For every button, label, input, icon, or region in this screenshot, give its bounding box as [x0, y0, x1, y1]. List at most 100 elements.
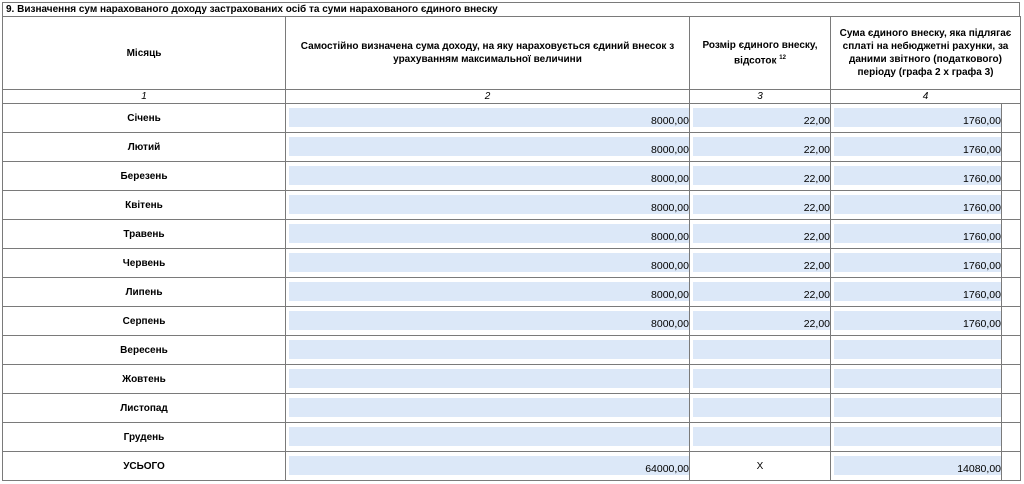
income-cell: 8000,00	[285, 277, 690, 307]
income-cell	[285, 422, 690, 452]
income-field[interactable]: 8000,00	[289, 311, 689, 330]
contribution-field[interactable]: 1760,00	[834, 253, 1001, 272]
spacer-cell	[1001, 422, 1021, 452]
total-income-cell: 64000,00	[285, 451, 690, 481]
contribution-cell: 1760,00	[830, 306, 1002, 336]
month-label: Лютий	[2, 132, 286, 162]
contribution-cell: 1760,00	[830, 219, 1002, 249]
rate-cell: 22,00	[689, 103, 831, 133]
table-row: Грудень	[2, 422, 1021, 452]
contribution-cell: 1760,00	[830, 161, 1002, 191]
contribution-field[interactable]	[834, 340, 1001, 359]
contribution-field[interactable]: 1760,00	[834, 137, 1001, 156]
total-contribution-cell: 14080,00	[830, 451, 1002, 481]
rate-cell	[689, 364, 831, 394]
income-field[interactable]: 8000,00	[289, 195, 689, 214]
income-cell	[285, 335, 690, 365]
spacer-cell	[1001, 190, 1021, 220]
month-label: Червень	[2, 248, 286, 278]
month-label: Липень	[2, 277, 286, 307]
income-cell: 8000,00	[285, 190, 690, 220]
table-row: Жовтень	[2, 364, 1021, 394]
table-row: Липень 8000,00 22,00 1760,00	[2, 277, 1021, 307]
total-contribution-field[interactable]: 14080,00	[834, 456, 1001, 475]
column-number-1: 1	[2, 89, 286, 104]
spacer-cell	[1001, 277, 1021, 307]
rate-field[interactable]: 22,00	[693, 311, 830, 330]
income-field[interactable]: 8000,00	[289, 108, 689, 127]
month-label: Березень	[2, 161, 286, 191]
income-field[interactable]: 8000,00	[289, 224, 689, 243]
table-row: Березень 8000,00 22,00 1760,00	[2, 161, 1021, 191]
contribution-cell: 1760,00	[830, 103, 1002, 133]
spacer-cell	[1001, 248, 1021, 278]
table-row: Січень 8000,00 22,00 1760,00	[2, 103, 1021, 133]
rate-field[interactable]	[693, 427, 830, 446]
spacer-cell	[1001, 161, 1021, 191]
income-field[interactable]	[289, 340, 689, 359]
rate-cell	[689, 393, 831, 423]
income-field[interactable]: 8000,00	[289, 137, 689, 156]
income-cell: 8000,00	[285, 161, 690, 191]
contribution-field[interactable]: 1760,00	[834, 108, 1001, 127]
month-label: Квітень	[2, 190, 286, 220]
table-row: Лютий 8000,00 22,00 1760,00	[2, 132, 1021, 162]
rate-field[interactable]: 22,00	[693, 253, 830, 272]
rate-cell: 22,00	[689, 248, 831, 278]
total-row: УСЬОГО 64000,00 Х 14080,00	[2, 451, 1021, 481]
rate-cell: 22,00	[689, 219, 831, 249]
table-row: Червень 8000,00 22,00 1760,00	[2, 248, 1021, 278]
header-rate-label: Розмір єдиного внеску, відсоток	[702, 39, 818, 67]
header-month: Місяць	[2, 16, 286, 90]
rate-cell	[689, 422, 831, 452]
contribution-field[interactable]	[834, 398, 1001, 417]
month-label: Жовтень	[2, 364, 286, 394]
contribution-field[interactable]: 1760,00	[834, 195, 1001, 214]
contribution-field[interactable]	[834, 369, 1001, 388]
income-cell: 8000,00	[285, 306, 690, 336]
income-cell: 8000,00	[285, 103, 690, 133]
header-rate: Розмір єдиного внеску, відсоток 12	[689, 16, 831, 90]
rate-field[interactable]: 22,00	[693, 195, 830, 214]
contribution-cell: 1760,00	[830, 248, 1002, 278]
rate-cell: 22,00	[689, 306, 831, 336]
income-field[interactable]: 8000,00	[289, 253, 689, 272]
contribution-cell	[830, 335, 1002, 365]
contribution-cell: 1760,00	[830, 132, 1002, 162]
contribution-field[interactable]	[834, 427, 1001, 446]
header-rate-footnote: 12	[779, 54, 786, 61]
rate-field[interactable]: 22,00	[693, 108, 830, 127]
month-label: Грудень	[2, 422, 286, 452]
income-field[interactable]	[289, 369, 689, 388]
table-row: Серпень 8000,00 22,00 1760,00	[2, 306, 1021, 336]
contribution-field[interactable]: 1760,00	[834, 282, 1001, 301]
table-row: Вересень	[2, 335, 1021, 365]
rate-field[interactable]: 22,00	[693, 282, 830, 301]
income-field[interactable]: 8000,00	[289, 282, 689, 301]
rate-field[interactable]	[693, 340, 830, 359]
month-label: Серпень	[2, 306, 286, 336]
income-cell	[285, 393, 690, 423]
contribution-cell: 1760,00	[830, 277, 1002, 307]
contribution-field[interactable]: 1760,00	[834, 166, 1001, 185]
rate-field[interactable]: 22,00	[693, 166, 830, 185]
table-row: Квітень 8000,00 22,00 1760,00	[2, 190, 1021, 220]
column-number-3: 3	[689, 89, 831, 104]
rate-field[interactable]: 22,00	[693, 224, 830, 243]
month-label: Січень	[2, 103, 286, 133]
rate-field[interactable]	[693, 398, 830, 417]
income-field[interactable]	[289, 398, 689, 417]
spacer-cell	[1001, 219, 1021, 249]
income-cell	[285, 364, 690, 394]
rate-field[interactable]	[693, 369, 830, 388]
income-contribution-table: Місяць Самостійно визначена сума доходу,…	[2, 16, 1021, 481]
table-row: Травень 8000,00 22,00 1760,00	[2, 219, 1021, 249]
income-field[interactable]	[289, 427, 689, 446]
income-field[interactable]: 8000,00	[289, 166, 689, 185]
contribution-field[interactable]: 1760,00	[834, 311, 1001, 330]
contribution-field[interactable]: 1760,00	[834, 224, 1001, 243]
header-income: Самостійно визначена сума доходу, на яку…	[285, 16, 690, 90]
total-income-field[interactable]: 64000,00	[289, 456, 689, 475]
total-rate-cell: Х	[689, 451, 831, 481]
rate-field[interactable]: 22,00	[693, 137, 830, 156]
